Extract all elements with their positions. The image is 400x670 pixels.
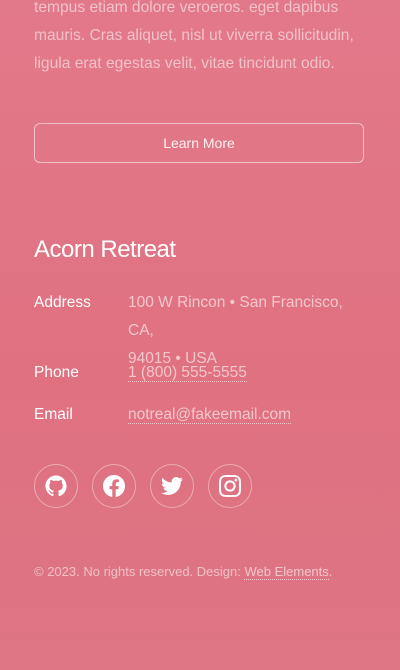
github-button[interactable] <box>34 464 78 508</box>
facebook-button[interactable] <box>92 464 136 508</box>
phone-row: Phone 1 (800) 555-5555 <box>34 359 366 387</box>
copyright-text: © 2023. No rights reserved. Design: Web … <box>34 562 332 582</box>
phone-label: Phone <box>34 364 79 381</box>
twitter-icon <box>161 477 183 495</box>
email-value-container: notreal@fakeemail.com <box>128 401 366 429</box>
learn-more-button[interactable]: Learn More <box>34 123 364 163</box>
github-icon <box>45 475 67 497</box>
phone-value-container: 1 (800) 555-5555 <box>128 359 366 387</box>
copyright-suffix: . <box>328 564 333 579</box>
social-icons <box>34 464 252 508</box>
instagram-icon <box>219 475 241 497</box>
email-link[interactable]: notreal@fakeemail.com <box>128 406 292 424</box>
copyright-prefix: © 2023. No rights reserved. Design: <box>34 564 245 579</box>
email-label: Email <box>34 406 73 423</box>
design-credit-link[interactable]: Web Elements <box>244 564 329 580</box>
facebook-icon <box>103 475 125 497</box>
section-title: Acorn Retreat <box>34 236 176 263</box>
intro-paragraph: tempus etiam dolore veroeros. eget dapib… <box>34 0 354 72</box>
email-row: Email notreal@fakeemail.com <box>34 401 366 429</box>
address-line-1: 100 W Rincon • San Francisco, CA, <box>128 294 343 339</box>
phone-link[interactable]: 1 (800) 555-5555 <box>128 364 247 382</box>
instagram-button[interactable] <box>208 464 252 508</box>
twitter-button[interactable] <box>150 464 194 508</box>
